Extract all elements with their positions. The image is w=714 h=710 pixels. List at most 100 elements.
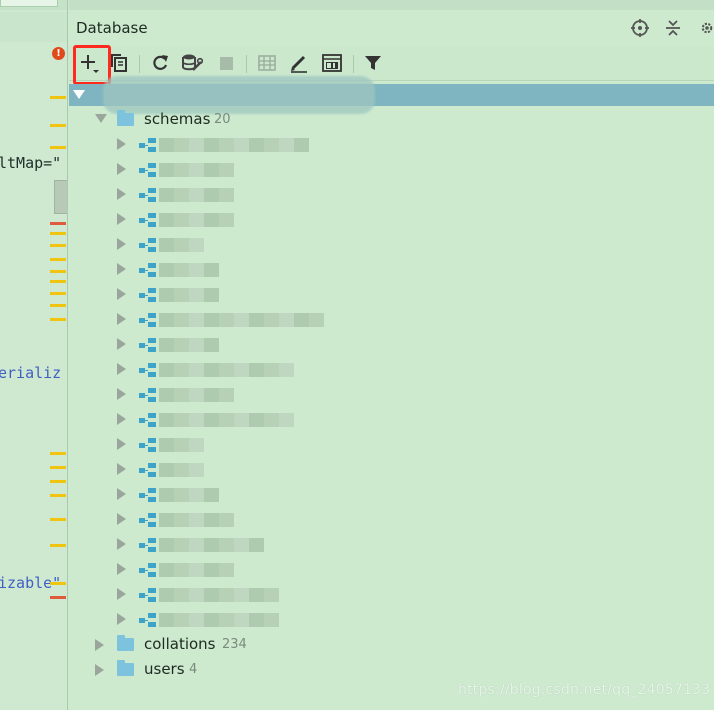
schema-row[interactable] [69, 607, 714, 632]
error-stripe-mark[interactable] [50, 304, 66, 307]
edit-button[interactable] [287, 51, 311, 75]
redacted-schema-name [279, 413, 294, 427]
redacted-schema-name [189, 163, 204, 177]
expand-arrow-icon[interactable] [117, 538, 126, 550]
tree-node-collations[interactable]: collations [144, 635, 216, 653]
expand-arrow-icon[interactable] [117, 238, 126, 250]
add-button[interactable] [73, 45, 111, 85]
tree-node-users[interactable]: users [144, 660, 185, 678]
error-stripe-mark[interactable] [50, 146, 66, 149]
schema-row[interactable] [69, 532, 714, 557]
expand-arrow-icon[interactable] [117, 313, 126, 325]
schema-row[interactable] [69, 582, 714, 607]
schema-row[interactable] [69, 232, 714, 257]
code-line[interactable]: ltMap=" [0, 154, 61, 172]
redacted-schema-name [174, 563, 189, 577]
expand-arrow-icon[interactable] [117, 513, 126, 525]
table-button[interactable] [255, 51, 279, 75]
expand-arrow-icon[interactable] [95, 664, 104, 676]
error-stripe-mark[interactable] [50, 518, 66, 521]
redacted-schema-name [174, 138, 189, 152]
error-stripe-mark[interactable] [50, 232, 66, 235]
redacted-schema-name [204, 513, 219, 527]
tree-node-schemas[interactable]: schemas [144, 110, 210, 128]
expand-arrow-icon[interactable] [117, 463, 126, 475]
expand-arrow-icon[interactable] [95, 639, 104, 651]
expand-arrow-icon[interactable] [117, 288, 126, 300]
schema-row[interactable] [69, 432, 714, 457]
schema-row[interactable] [69, 482, 714, 507]
schema-row[interactable] [69, 307, 714, 332]
schema-row[interactable] [69, 557, 714, 582]
expand-arrow-icon[interactable] [73, 90, 85, 99]
error-stripe-mark[interactable] [50, 494, 66, 497]
redacted-schema-name [204, 288, 219, 302]
expand-arrow-icon[interactable] [117, 138, 126, 150]
expand-arrow-icon[interactable] [117, 388, 126, 400]
schema-icon [139, 313, 157, 327]
expand-arrow-icon[interactable] [117, 588, 126, 600]
error-stripe-mark[interactable] [50, 544, 66, 547]
error-stripe-mark[interactable] [50, 452, 66, 455]
redacted-schema-name [234, 588, 249, 602]
schema-row[interactable] [69, 507, 714, 532]
schema-row[interactable] [69, 207, 714, 232]
expand-arrow-icon[interactable] [117, 363, 126, 375]
error-stripe-mark[interactable] [50, 96, 66, 99]
expand-arrow-icon[interactable] [117, 188, 126, 200]
schema-row[interactable] [69, 332, 714, 357]
error-stripe-mark[interactable] [50, 292, 66, 295]
expand-arrow-icon[interactable] [117, 413, 126, 425]
expand-arrow-icon[interactable] [117, 213, 126, 225]
schema-row[interactable] [69, 182, 714, 207]
expand-arrow-icon[interactable] [117, 263, 126, 275]
settings-icon[interactable] [700, 17, 714, 39]
error-stripe-mark[interactable] [50, 222, 66, 225]
schema-row[interactable] [69, 357, 714, 382]
expand-arrow-icon[interactable] [117, 563, 126, 575]
refresh-button[interactable] [148, 51, 172, 75]
expand-arrow-icon[interactable] [117, 438, 126, 450]
error-stripe-mark[interactable] [50, 466, 66, 469]
schema-row[interactable] [69, 132, 714, 157]
schema-row[interactable] [69, 157, 714, 182]
error-stripe-mark[interactable] [50, 480, 66, 483]
schema-row[interactable] [69, 457, 714, 482]
error-stripe-mark[interactable] [50, 258, 66, 261]
collapse-icon[interactable] [662, 17, 684, 39]
stop-button[interactable] [214, 51, 238, 75]
code-editor[interactable]: ltMap=" erializ izable" ! [0, 0, 68, 710]
expand-arrow-icon[interactable] [95, 114, 107, 123]
filter-button[interactable] [361, 51, 385, 75]
warning-icon[interactable]: ! [52, 47, 65, 60]
schema-row[interactable] [69, 257, 714, 282]
crosshair-icon[interactable] [629, 17, 651, 39]
redacted-schema-name [219, 613, 234, 627]
editor-tab[interactable] [0, 0, 58, 7]
redacted-schema-name [279, 138, 294, 152]
code-line[interactable]: erializ [0, 364, 61, 382]
error-stripe-mark[interactable] [50, 270, 66, 273]
editor-scrollbar-thumb[interactable] [54, 180, 68, 214]
error-stripe-mark[interactable] [50, 124, 66, 127]
error-stripe-mark[interactable] [50, 582, 66, 585]
sql-console-button[interactable] [320, 51, 344, 75]
expand-arrow-icon[interactable] [117, 488, 126, 500]
expand-arrow-icon[interactable] [117, 163, 126, 175]
error-stripe-mark[interactable] [50, 596, 66, 599]
schema-settings-button[interactable] [180, 51, 204, 75]
expand-arrow-icon[interactable] [117, 613, 126, 625]
error-stripe-mark[interactable] [50, 318, 66, 321]
redacted-schema-name [159, 438, 174, 452]
schema-row[interactable] [69, 282, 714, 307]
redacted-schema-name [279, 363, 294, 377]
expand-arrow-icon[interactable] [117, 338, 126, 350]
copy-button[interactable] [107, 51, 131, 75]
schema-row[interactable] [69, 382, 714, 407]
redacted-schema-name [174, 163, 189, 177]
schema-row[interactable] [69, 407, 714, 432]
redacted-schema-name [189, 613, 204, 627]
error-stripe-mark[interactable] [50, 244, 66, 247]
error-stripe-mark[interactable] [50, 280, 66, 283]
schema-icon [139, 488, 157, 502]
